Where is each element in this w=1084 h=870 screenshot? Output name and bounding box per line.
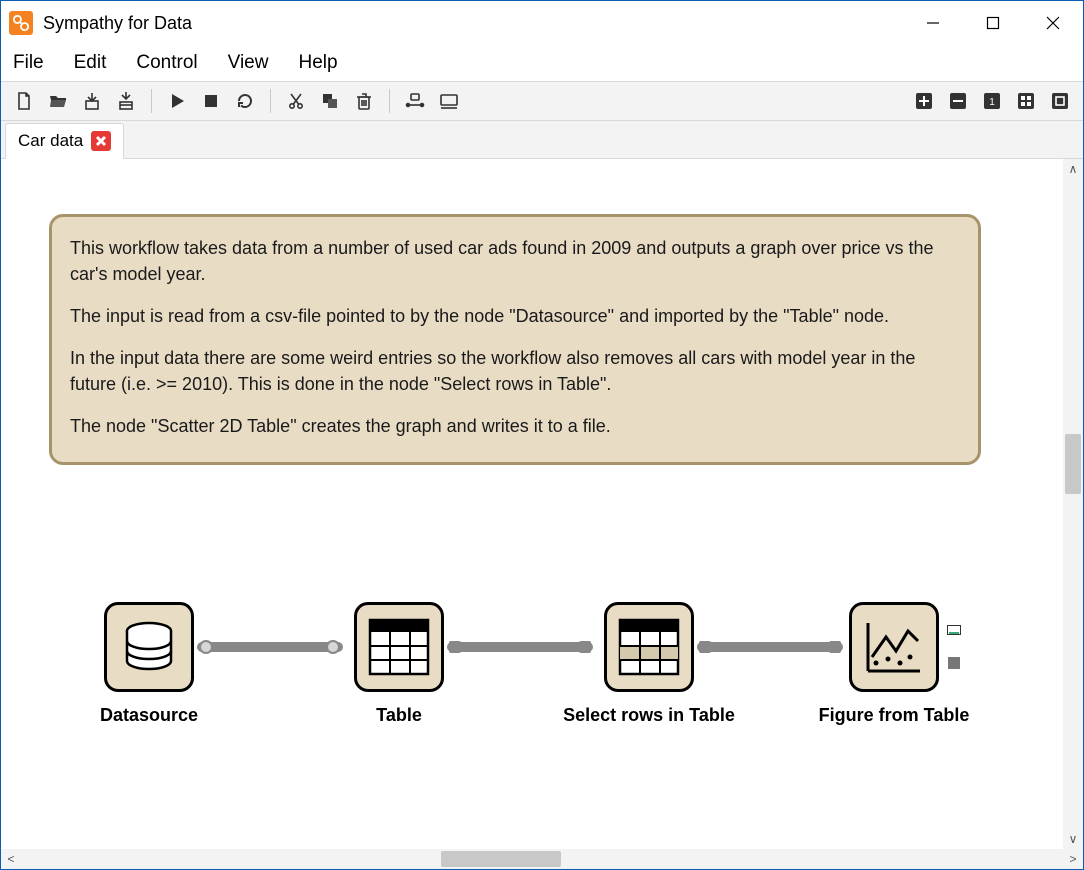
node-datasource[interactable]: Datasource [104, 602, 194, 692]
insert-node-icon[interactable] [402, 88, 428, 114]
port-out[interactable] [699, 641, 711, 653]
workflow-note[interactable]: This workflow takes data from a number o… [49, 214, 981, 465]
new-file-icon[interactable] [11, 88, 37, 114]
port-table-out[interactable] [948, 657, 960, 669]
zoom-out-icon[interactable] [945, 88, 971, 114]
tabbar: Car data [1, 121, 1083, 159]
vertical-scrollbar[interactable]: ∧ ∨ [1063, 159, 1083, 849]
database-icon [119, 617, 179, 677]
tab-close-button[interactable] [91, 131, 111, 151]
connection[interactable] [447, 642, 593, 652]
cut-icon[interactable] [283, 88, 309, 114]
note-paragraph: In the input data there are some weird e… [70, 345, 960, 397]
app-window: Sympathy for Data File Edit Control View… [0, 0, 1084, 870]
titlebar: Sympathy for Data [1, 1, 1083, 45]
node-figure[interactable]: Figure from Table [849, 602, 939, 692]
toolbar-separator [389, 89, 390, 113]
zoom-fit-icon[interactable] [1013, 88, 1039, 114]
toolbar-separator [270, 89, 271, 113]
scrollbar-thumb[interactable] [1065, 434, 1081, 494]
app-icon [9, 11, 33, 35]
scroll-down-icon[interactable]: ∨ [1063, 829, 1083, 849]
scrollbar-thumb[interactable] [441, 851, 561, 867]
node-label: Datasource [100, 705, 198, 726]
port-in[interactable] [829, 641, 841, 653]
port-in[interactable] [326, 640, 340, 654]
tab-label: Car data [18, 131, 83, 151]
connection[interactable] [697, 642, 843, 652]
toolbar-separator [151, 89, 152, 113]
maximize-button[interactable] [963, 1, 1023, 45]
open-file-icon[interactable] [45, 88, 71, 114]
save-all-icon[interactable] [113, 88, 139, 114]
workflow-canvas[interactable]: This workflow takes data from a number o… [1, 159, 1063, 849]
save-icon[interactable] [79, 88, 105, 114]
horizontal-scrollbar[interactable]: < > [1, 849, 1083, 869]
content-area: This workflow takes data from a number o… [1, 159, 1083, 869]
play-icon[interactable] [164, 88, 190, 114]
delete-icon[interactable] [351, 88, 377, 114]
port-in[interactable] [579, 641, 591, 653]
port-out[interactable] [199, 640, 213, 654]
node-label: Select rows in Table [563, 705, 735, 726]
table-select-icon [618, 618, 680, 676]
close-button[interactable] [1023, 1, 1083, 45]
window-controls [903, 1, 1083, 45]
stop-icon[interactable] [198, 88, 224, 114]
port-out[interactable] [449, 641, 461, 653]
menu-control[interactable]: Control [136, 52, 197, 74]
svg-text:1: 1 [989, 97, 995, 108]
minimize-button[interactable] [903, 1, 963, 45]
scroll-right-icon[interactable]: > [1063, 849, 1083, 869]
tab-car-data[interactable]: Car data [5, 123, 124, 159]
chart-icon [862, 617, 926, 677]
window-title: Sympathy for Data [43, 13, 192, 34]
reload-icon[interactable] [232, 88, 258, 114]
copy-icon[interactable] [317, 88, 343, 114]
node-table[interactable]: Table [354, 602, 444, 692]
note-paragraph: This workflow takes data from a number o… [70, 235, 960, 287]
zoom-reset-icon[interactable]: 1 [979, 88, 1005, 114]
menu-view[interactable]: View [228, 52, 269, 74]
menu-help[interactable]: Help [298, 52, 337, 74]
insert-text-icon[interactable] [436, 88, 462, 114]
zoom-in-icon[interactable] [911, 88, 937, 114]
table-icon [368, 618, 430, 676]
connection[interactable] [197, 642, 343, 652]
toolbar: 1 [1, 81, 1083, 121]
node-label: Figure from Table [819, 705, 970, 726]
note-paragraph: The node "Scatter 2D Table" creates the … [70, 413, 960, 439]
note-paragraph: The input is read from a csv-file pointe… [70, 303, 960, 329]
menubar: File Edit Control View Help [1, 45, 1083, 81]
port-figure-out[interactable] [947, 625, 961, 635]
scroll-up-icon[interactable]: ∧ [1063, 159, 1083, 179]
node-select-rows[interactable]: Select rows in Table [604, 602, 694, 692]
menu-edit[interactable]: Edit [74, 52, 107, 74]
node-label: Table [376, 705, 422, 726]
menu-file[interactable]: File [13, 52, 44, 74]
fullscreen-icon[interactable] [1047, 88, 1073, 114]
scroll-left-icon[interactable]: < [1, 849, 21, 869]
